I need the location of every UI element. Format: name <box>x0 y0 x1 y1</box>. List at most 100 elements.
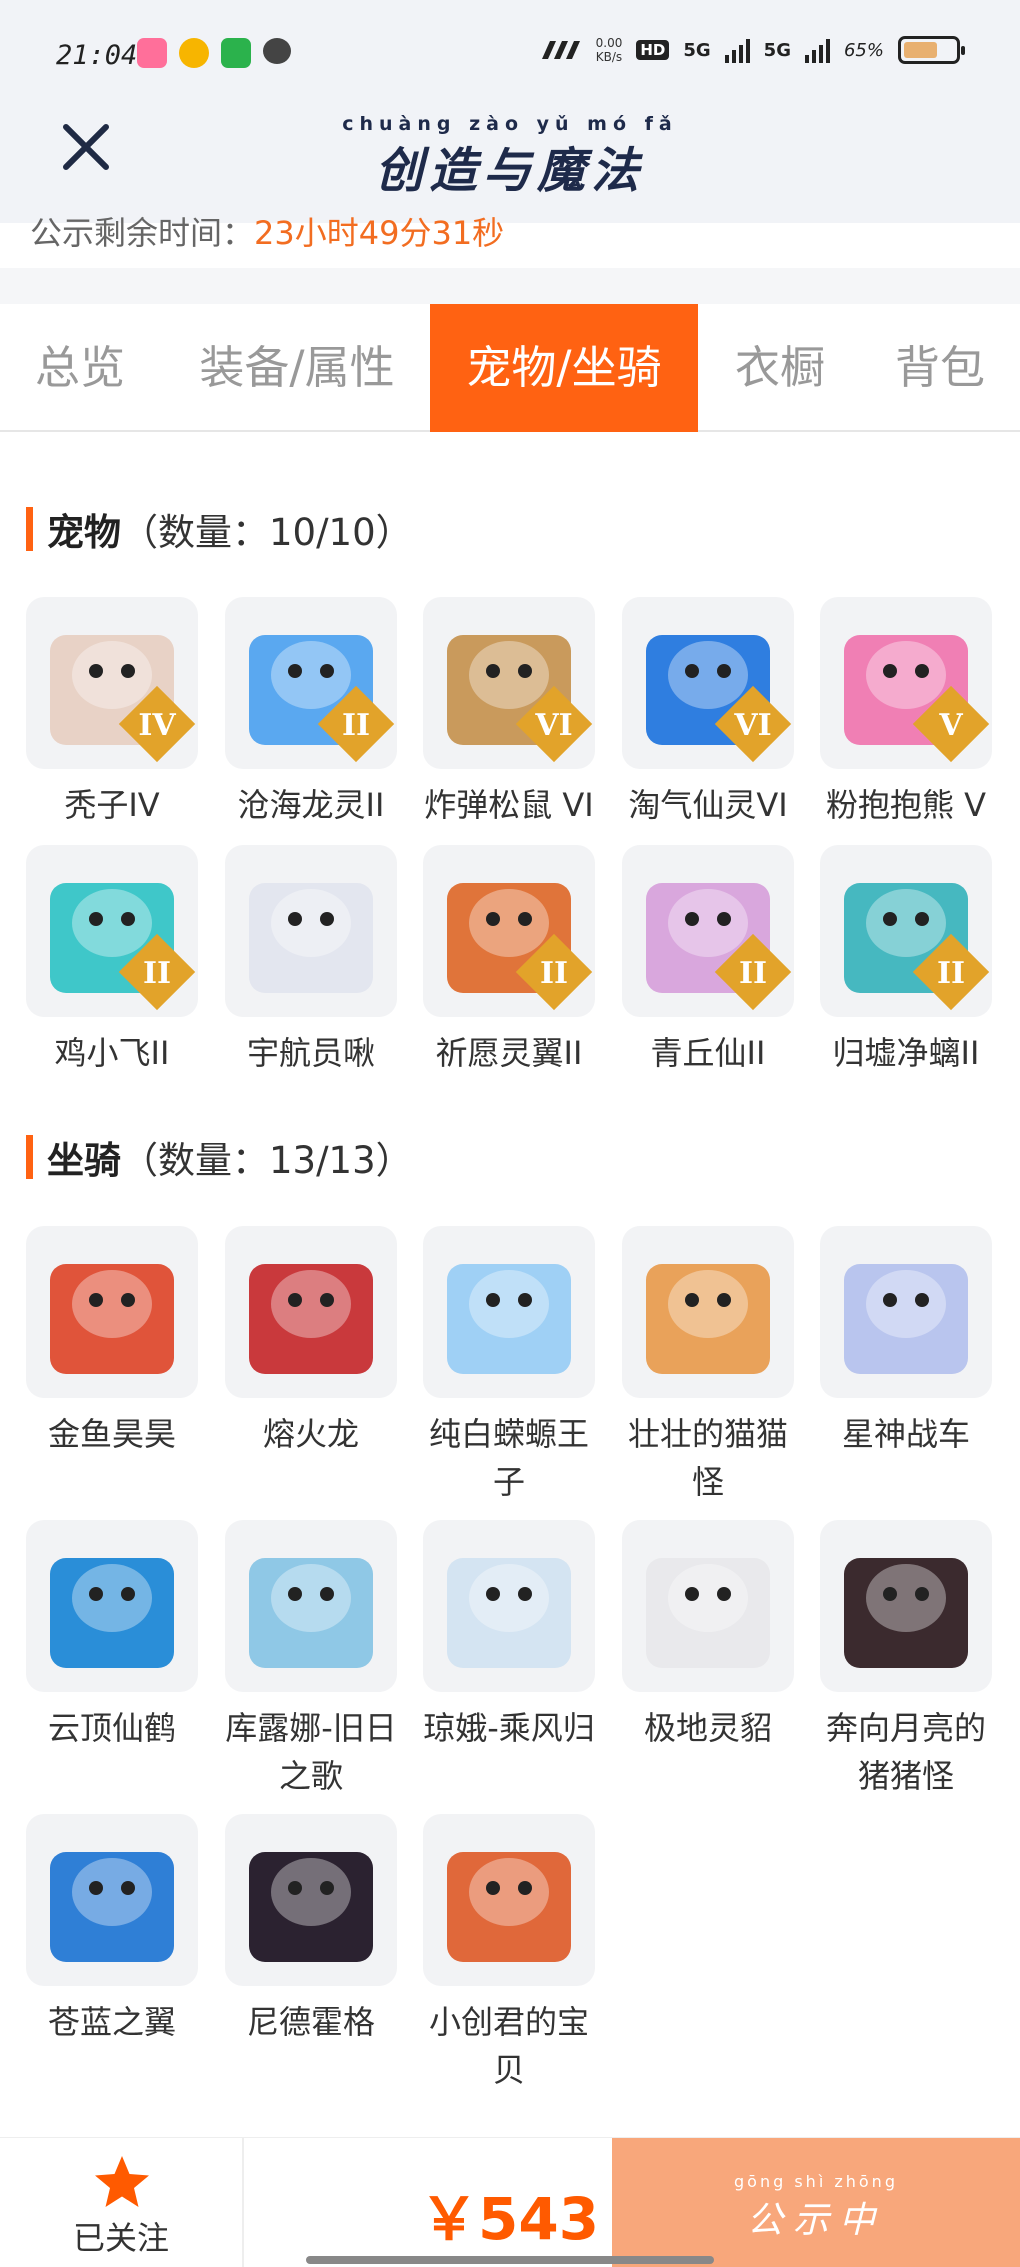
item-thumbnail: V <box>820 597 992 769</box>
rank-badge-text: II <box>539 956 569 991</box>
rank-badge-text: II <box>341 708 371 743</box>
weibo-icon <box>179 38 209 68</box>
status-pinyin: gōng shì zhōng <box>734 2172 898 2191</box>
collection-item[interactable]: 小创君的宝贝 <box>423 1814 595 2094</box>
item-thumbnail: IV <box>26 597 198 769</box>
status-text: 公示中 <box>746 2200 885 2241</box>
creature-image <box>249 1852 373 1962</box>
countdown-label: 公示剩余时间： <box>30 214 255 252</box>
item-name: 淘气仙灵VI <box>628 786 788 824</box>
follow-label: 已关注 <box>72 2219 169 2257</box>
item-thumbnail <box>423 1520 595 1692</box>
collection-item[interactable]: 云顶仙鹤 <box>26 1520 198 1752</box>
item-name: 青丘仙II <box>650 1034 766 1072</box>
creature-image <box>50 1264 174 1374</box>
mounts-section-title: 坐骑 （数量：13/13） <box>26 1130 413 1184</box>
section-accent-bar <box>26 507 33 551</box>
creature-image <box>249 1264 373 1374</box>
pets-section-title: 宠物 （数量：10/10） <box>26 502 413 556</box>
signal-icon <box>724 37 750 63</box>
item-thumbnail <box>820 1226 992 1398</box>
item-name: 星神战车 <box>841 1415 970 1453</box>
collection-item[interactable]: 纯白蝾螈王子 <box>423 1226 595 1506</box>
divider-band <box>0 268 1020 304</box>
collection-item[interactable]: II 祈愿灵翼II <box>423 845 595 1077</box>
collection-item[interactable]: VI 炸弹松鼠 VI <box>423 597 595 829</box>
item-thumbnail <box>820 1520 992 1692</box>
creature-image <box>447 1264 571 1374</box>
item-name: 秃子IV <box>64 786 160 824</box>
tab-pets-mounts[interactable]: 宠物/坐骑 <box>430 304 698 432</box>
collection-item[interactable]: 熔火龙 <box>225 1226 397 1458</box>
collection-item[interactable]: 尼德霍格 <box>225 1814 397 2046</box>
item-name: 鸡小飞II <box>54 1034 170 1072</box>
item-thumbnail <box>26 1226 198 1398</box>
item-thumbnail: II <box>225 597 397 769</box>
creature-image <box>50 1558 174 1668</box>
item-thumbnail: II <box>26 845 198 1017</box>
creature-image <box>447 1558 571 1668</box>
battery-icon <box>898 36 965 64</box>
mm-signal-icon <box>541 41 580 59</box>
item-name: 云顶仙鹤 <box>47 1709 176 1747</box>
collection-item[interactable]: II 归墟净螭II <box>820 845 992 1077</box>
item-name: 熔火龙 <box>262 1415 359 1453</box>
game-app-icon <box>221 38 251 68</box>
item-thumbnail <box>26 1520 198 1692</box>
creature-image <box>844 1264 968 1374</box>
creature-image <box>646 1264 770 1374</box>
pets-title: 宠物 <box>47 511 121 554</box>
collection-item[interactable]: VI 淘气仙灵VI <box>622 597 794 829</box>
bottom-bar: 已关注 ￥543 gōng shì zhōng 公示中 <box>0 2137 1020 2267</box>
collection-item[interactable]: 金鱼昊昊 <box>26 1226 198 1458</box>
item-name: 粉抱抱熊 V <box>825 786 987 824</box>
rank-badge-text: V <box>939 708 963 743</box>
item-thumbnail <box>26 1814 198 1986</box>
tab-equipment[interactable]: 装备/属性 <box>166 304 428 432</box>
tab-backpack[interactable]: 背包 <box>860 304 1020 432</box>
collection-item[interactable]: V 粉抱抱熊 V <box>820 597 992 829</box>
collection-item[interactable]: 奔向月亮的猪猪怪 <box>820 1520 992 1800</box>
collection-item[interactable]: 极地灵貂 <box>622 1520 794 1752</box>
item-thumbnail: VI <box>423 597 595 769</box>
item-name: 极地灵貂 <box>643 1709 772 1747</box>
collection-item[interactable]: 苍蓝之翼 <box>26 1814 198 2046</box>
message-icon <box>263 38 291 64</box>
status-bar: 21:04 0.00 KB/s HD 5G 5G 65% <box>0 0 1020 105</box>
home-indicator[interactable] <box>306 2256 714 2264</box>
collection-item[interactable]: 琼娥-乘风归 <box>423 1520 595 1752</box>
collection-item[interactable]: II 青丘仙II <box>622 845 794 1077</box>
collection-item[interactable]: 壮壮的猫猫怪 <box>622 1226 794 1506</box>
public-status-button[interactable]: gōng shì zhōng 公示中 <box>612 2138 1020 2267</box>
collection-item[interactable]: IV 秃子IV <box>26 597 198 829</box>
tab-wardrobe[interactable]: 衣橱 <box>700 304 860 432</box>
battery-percent: 65% <box>843 39 884 61</box>
item-name: 苍蓝之翼 <box>47 2003 176 2041</box>
creature-image <box>249 883 373 993</box>
rank-badge-text: IV <box>138 708 176 743</box>
mounts-title: 坐骑 <box>47 1139 121 1182</box>
item-name: 归墟净螭II <box>832 1034 980 1072</box>
item-name: 尼德霍格 <box>246 2003 375 2041</box>
item-thumbnail <box>423 1226 595 1398</box>
collection-item[interactable]: II 沧海龙灵II <box>225 597 397 829</box>
item-thumbnail: II <box>622 845 794 1017</box>
rank-badge-text: II <box>738 956 768 991</box>
item-name: 纯白蝾螈王子 <box>428 1415 589 1501</box>
item-thumbnail: II <box>423 845 595 1017</box>
page-title: chuàng zào yǔ mó fǎ 创造与魔法 <box>0 113 1020 201</box>
item-thumbnail <box>225 1520 397 1692</box>
item-thumbnail <box>423 1814 595 1986</box>
collection-item[interactable]: 库露娜-旧日之歌 <box>225 1520 397 1800</box>
item-thumbnail: II <box>820 845 992 1017</box>
rank-badge-text: II <box>142 956 172 991</box>
tab-overview[interactable]: 总览 <box>0 304 160 432</box>
item-thumbnail <box>225 1814 397 1986</box>
collection-item[interactable]: II 鸡小飞II <box>26 845 198 1077</box>
item-name: 琼娥-乘风归 <box>423 1709 595 1747</box>
creature-image <box>50 1852 174 1962</box>
follow-button[interactable]: 已关注 <box>0 2138 244 2267</box>
section-accent-bar <box>26 1135 33 1179</box>
collection-item[interactable]: 星神战车 <box>820 1226 992 1458</box>
collection-item[interactable]: 宇航员啾 <box>225 845 397 1077</box>
